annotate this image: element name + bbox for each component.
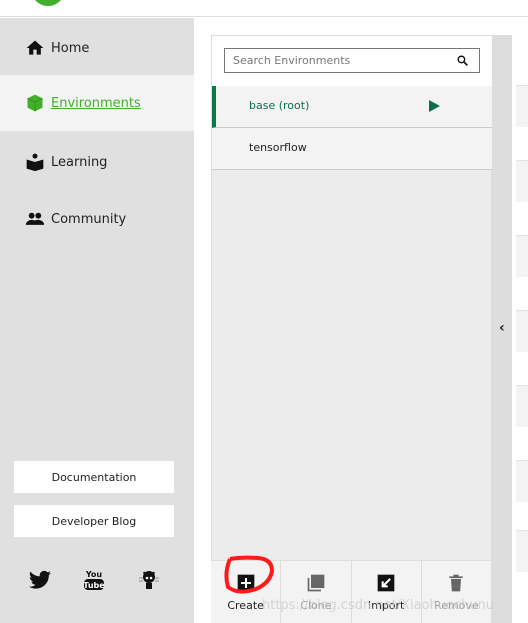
env-row-tensorflow[interactable]: tensorflow [212,128,492,170]
red-annotation-circle [224,555,275,594]
clone-button[interactable]: Clone [281,561,352,623]
sidebar-item-label: Learning [51,154,108,170]
trash-icon [449,574,464,592]
search-environments-input[interactable]: Search Environments [224,48,480,73]
sidebar-item-environments[interactable]: Environments [0,75,194,131]
sidebar-item-label: Community [51,211,127,227]
import-icon [377,574,395,592]
svg-text:Tube: Tube [83,581,105,590]
package-row [516,160,528,202]
people-icon [25,212,45,225]
sidebar-item-label: Home [51,40,90,56]
package-row [516,235,528,277]
env-name: base (root) [249,99,310,112]
package-row [516,85,528,127]
book-reader-icon [26,153,44,172]
action-label: Create [227,599,264,612]
anaconda-logo [31,0,65,6]
youtube-icon[interactable]: You Tube [82,568,106,592]
sidebar: Home Environments Learning Community Doc… [0,18,194,623]
github-icon[interactable] [137,568,161,592]
documentation-button[interactable]: Documentation [14,461,174,493]
developer-blog-button[interactable]: Developer Blog [14,505,174,537]
action-label: Remove [434,599,479,612]
clone-icon [307,574,325,592]
svg-text:You: You [85,570,103,579]
sidebar-item-home[interactable]: Home [0,20,194,76]
cube-icon [27,94,43,112]
package-row [516,530,528,572]
search-placeholder: Search Environments [233,54,351,67]
twitter-icon[interactable] [28,568,52,592]
action-label: Import [367,599,405,612]
collapse-handle[interactable]: ‹ [492,35,512,623]
play-icon[interactable] [429,100,440,112]
package-row [516,460,528,502]
packages-panel-edge [512,35,528,623]
action-label: Clone [300,599,332,612]
sidebar-item-learning[interactable]: Learning [0,134,194,190]
import-button[interactable]: Import [352,561,422,623]
search-icon[interactable] [456,54,469,67]
chevron-left-icon[interactable]: ‹ [499,320,505,336]
environments-panel: Search Environments base (root) tensorfl… [211,35,492,623]
env-name: tensorflow [249,141,307,154]
remove-button[interactable]: Remove [422,561,492,623]
header [0,0,528,17]
home-icon [26,40,44,55]
package-row [516,385,528,427]
sidebar-item-label: Environments [51,95,141,111]
package-row [516,310,528,352]
sidebar-item-community[interactable]: Community [0,191,194,247]
env-row-base[interactable]: base (root) [212,86,492,128]
